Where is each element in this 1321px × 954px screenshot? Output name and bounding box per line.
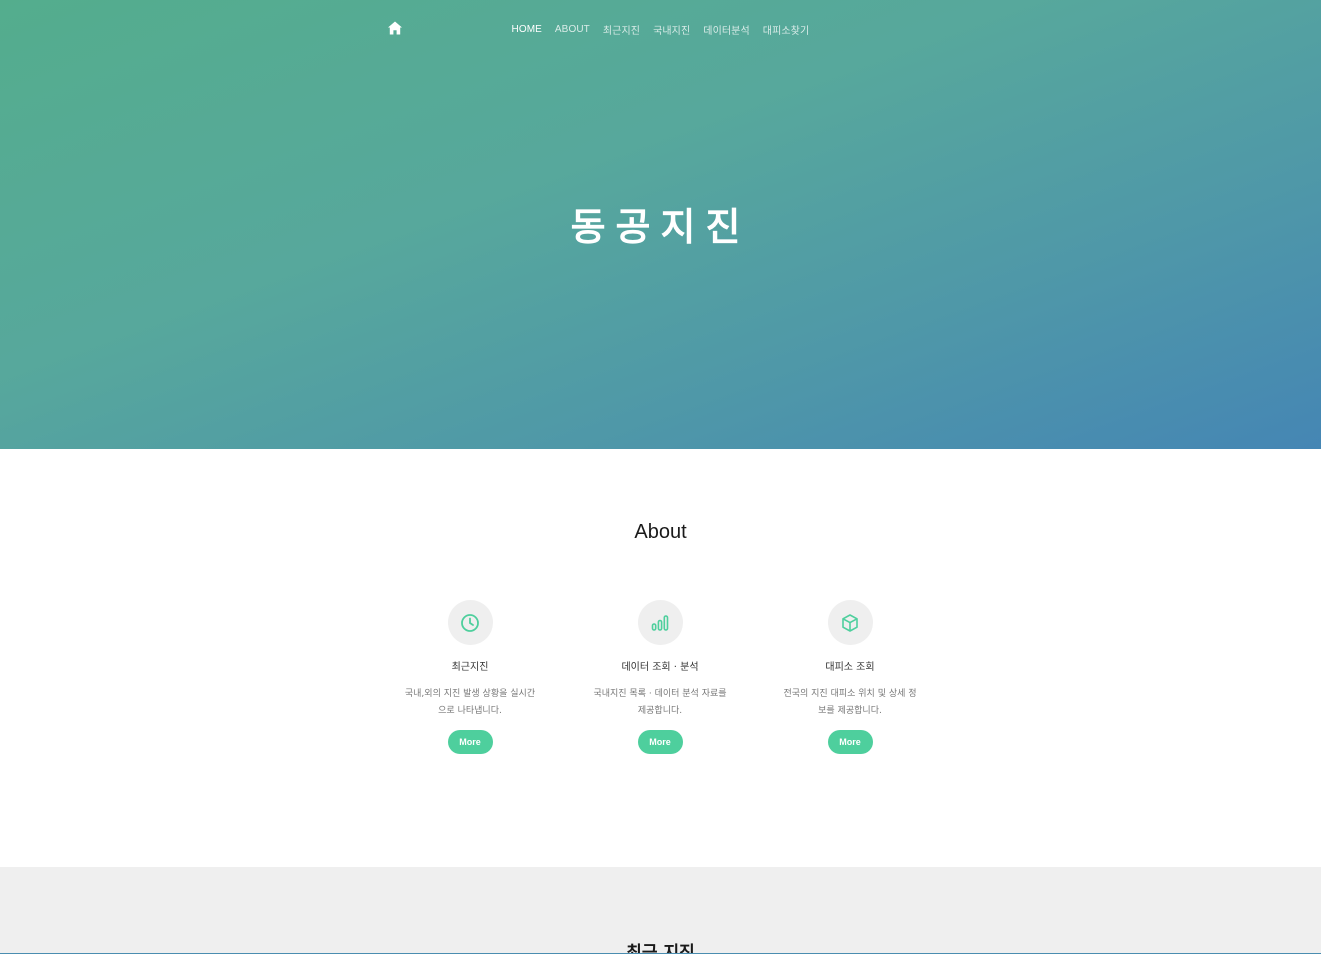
nav-link-about[interactable]: ABOUT (548, 24, 596, 35)
bar-chart-icon (651, 614, 669, 631)
recent-earthquakes-section: 최근 지진 (0, 867, 1321, 954)
feature-desc-line: 국내지진 목록 · 데이터 분석 자료를 (593, 689, 727, 699)
feature-desc-line: 보를 제공합니다. (818, 706, 882, 716)
nav-link-home[interactable]: HOME (505, 24, 548, 35)
more-button[interactable]: More (447, 730, 493, 754)
clock-icon (461, 613, 479, 632)
feature-description: 국내지진 목록 · 데이터 분석 자료를 제공합니다. (580, 686, 740, 720)
feature-description: 국내,외의 지진 발생 상황을 실시간 으로 나타냅니다. (390, 686, 550, 720)
nav-links: HOME ABOUT 최근지진 국내지진 데이터분석 대피소찾기 (505, 21, 816, 37)
home-icon[interactable] (387, 20, 403, 36)
nav-link-domestic-earthquakes[interactable]: 국내지진 (647, 22, 697, 37)
feature-description: 전국의 지진 대피소 위치 및 상세 정 보를 제공합니다. (770, 686, 930, 720)
section-title: 최근 지진 (626, 943, 695, 954)
feature-recent-earthquakes: 최근지진 국내,외의 지진 발생 상황을 실시간 으로 나타냅니다. More (390, 600, 550, 754)
feature-title: 최근지진 (451, 662, 489, 673)
hero-section: HOME ABOUT 최근지진 국내지진 데이터분석 대피소찾기 동공지진 (0, 0, 1321, 449)
feature-title: 대피소 조회 (825, 662, 875, 673)
feature-icon-circle (637, 600, 683, 645)
feature-desc-line: 제공합니다. (637, 706, 683, 716)
nav-link-recent-earthquakes[interactable]: 최근지진 (596, 22, 646, 37)
feature-shelter-lookup: 대피소 조회 전국의 지진 대피소 위치 및 상세 정 보를 제공합니다. Mo… (770, 600, 930, 754)
feature-data-analysis: 데이터 조회 · 분석 국내지진 목록 · 데이터 분석 자료를 제공합니다. … (580, 600, 740, 754)
more-button[interactable]: More (637, 730, 683, 754)
more-button[interactable]: More (827, 730, 873, 754)
hero-title: 동공지진 (570, 205, 751, 249)
feature-icon-circle (827, 600, 873, 645)
feature-desc-line: 전국의 지진 대피소 위치 및 상세 정 (783, 689, 917, 699)
box-icon (842, 613, 858, 632)
nav-link-data-analysis[interactable]: 데이터분석 (697, 22, 757, 37)
navbar: HOME ABOUT 최근지진 국내지진 데이터분석 대피소찾기 (0, 0, 1321, 56)
feature-desc-line: 국내,외의 지진 발생 상황을 실시간 (404, 689, 536, 699)
feature-icon-circle (447, 600, 493, 645)
nav-link-shelter-finder[interactable]: 대피소찾기 (756, 22, 816, 37)
about-title: About (634, 521, 687, 543)
feature-title: 데이터 조회 · 분석 (621, 662, 699, 673)
feature-desc-line: 으로 나타냅니다. (438, 706, 502, 716)
